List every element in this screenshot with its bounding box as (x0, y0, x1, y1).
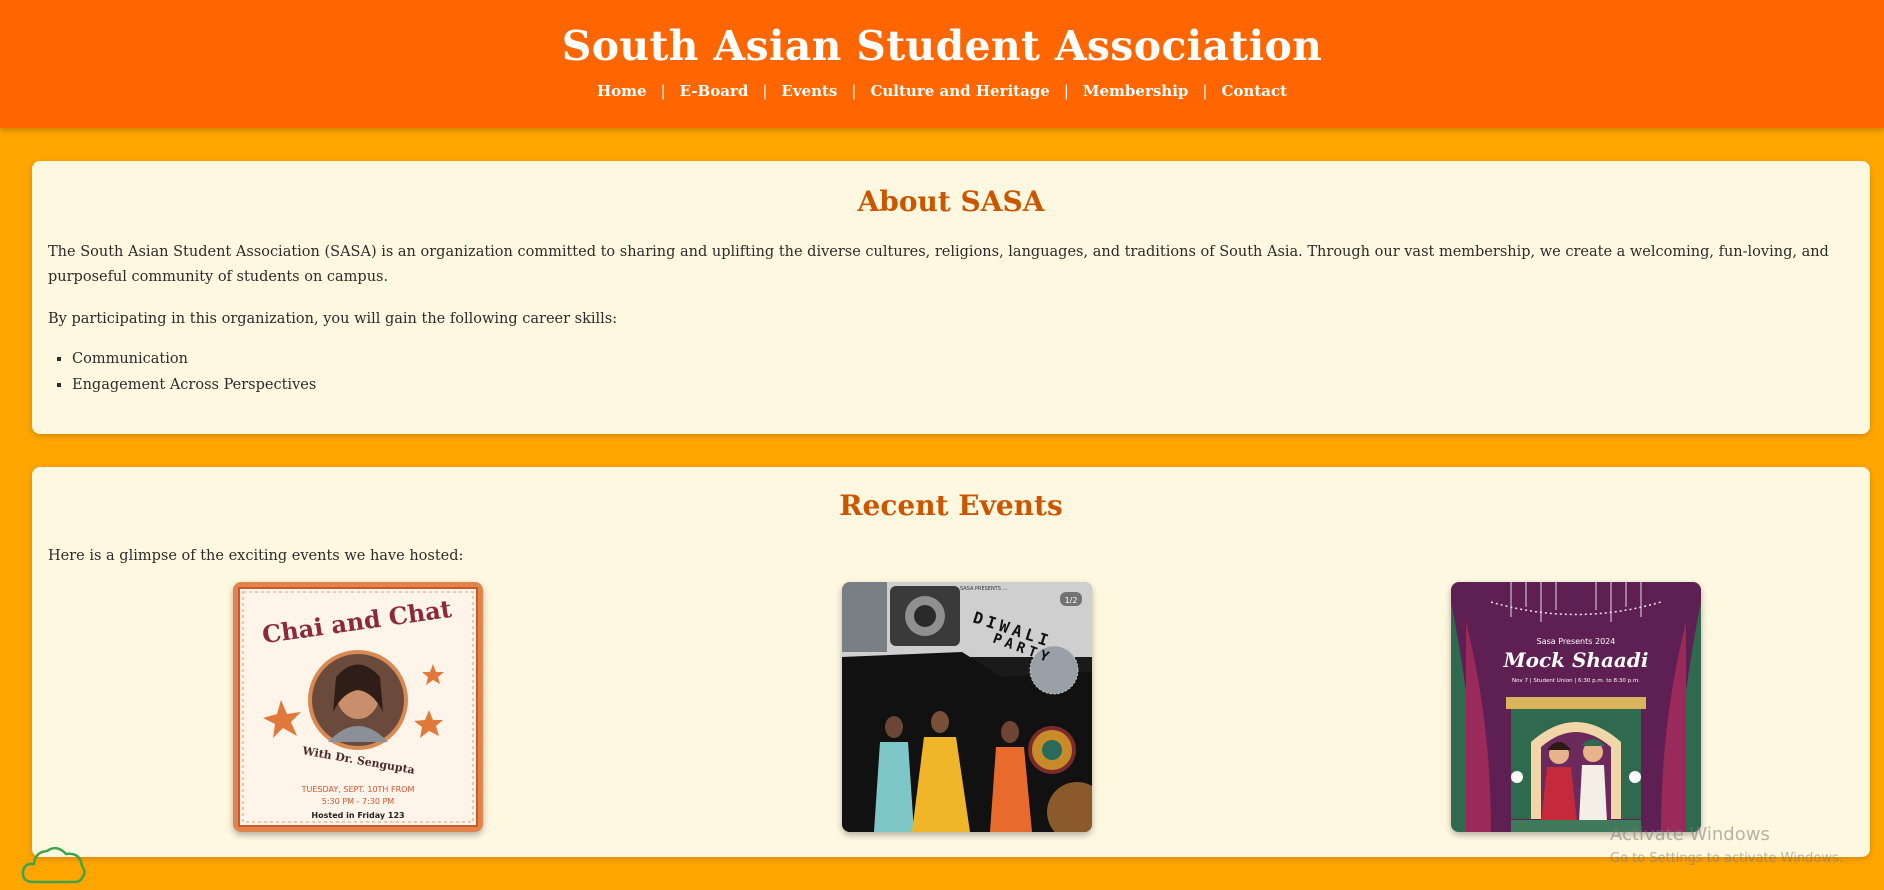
activate-windows-subtitle: Go to Settings to activate Windows. (1610, 851, 1843, 866)
cloud-icon[interactable] (20, 842, 88, 890)
nav-separator: | (660, 82, 666, 100)
poster3-details: Nov 7 | Student Union | 6:30 p.m. to 8:3… (1512, 678, 1640, 684)
poster3-title: Mock Shaadi (1503, 648, 1649, 672)
events-section: Recent Events Here is a glimpse of the e… (32, 467, 1870, 857)
activate-windows-watermark: Activate Windows Go to Settings to activ… (1610, 824, 1843, 866)
skills-intro: By participating in this organization, y… (48, 311, 618, 327)
event-gallery: Chai and Chat With Dr. Sengupta TUESDAY,… (48, 569, 1854, 832)
list-item: Engagement Across Perspectives (72, 372, 1854, 398)
activate-windows-title: Activate Windows (1610, 824, 1770, 845)
photo-counter: 1/2 (1065, 596, 1078, 605)
mock-shaadi-poster[interactable]: Sasa Presents 2024 Mock Shaadi Nov 7 | S… (1451, 582, 1701, 832)
about-description: The South Asian Student Association (SAS… (48, 244, 1829, 285)
site-title: South Asian Student Association (561, 22, 1323, 70)
nav-separator: | (762, 82, 768, 100)
poster1-time: 5:30 PM - 7:30 PM (322, 797, 395, 806)
about-heading: About SASA (857, 185, 1045, 218)
nav-separator: | (1202, 82, 1208, 100)
site-header: South Asian Student Association Home | E-B… (0, 0, 1884, 128)
events-heading: Recent Events (839, 489, 1063, 522)
poster1-location: Hosted in Friday 123 (311, 811, 404, 820)
nav-separator: | (1063, 82, 1069, 100)
nav-events[interactable]: Events (781, 82, 837, 100)
about-section: About SASA The South Asian Student Assoc… (32, 161, 1870, 434)
nav-contact[interactable]: Contact (1221, 82, 1287, 100)
diwali-party-photo[interactable]: SASA PRESENTS ... DIWALI PARTY 1/2 (842, 582, 1092, 832)
mock-shaadi-image: Sasa Presents 2024 Mock Shaadi Nov 7 | S… (1451, 582, 1701, 832)
poster3-presents: Sasa Presents 2024 (1537, 637, 1616, 646)
skills-list: Communication Engagement Across Perspect… (48, 346, 1854, 398)
nav-separator: | (851, 82, 857, 100)
poster2-caption: SASA PRESENTS ... (960, 586, 1008, 592)
diwali-party-image: SASA PRESENTS ... DIWALI PARTY 1/2 (842, 582, 1092, 832)
nav-home[interactable]: Home (597, 82, 647, 100)
nav-membership[interactable]: Membership (1083, 82, 1189, 100)
nav-culture-heritage[interactable]: Culture and Heritage (870, 82, 1049, 100)
main-nav: Home | E-Board | Events | Culture and Heritage… (0, 82, 1884, 100)
poster1-date: TUESDAY, SEPT. 10TH FROM (301, 785, 415, 794)
chai-and-chat-image: Chai and Chat With Dr. Sengupta TUESDAY,… (233, 582, 483, 832)
events-intro: Here is a glimpse of the exciting events… (48, 548, 464, 564)
list-item: Communication (72, 346, 1854, 372)
chai-and-chat-poster[interactable]: Chai and Chat With Dr. Sengupta TUESDAY,… (233, 582, 483, 832)
nav-eboard[interactable]: E-Board (680, 82, 749, 100)
